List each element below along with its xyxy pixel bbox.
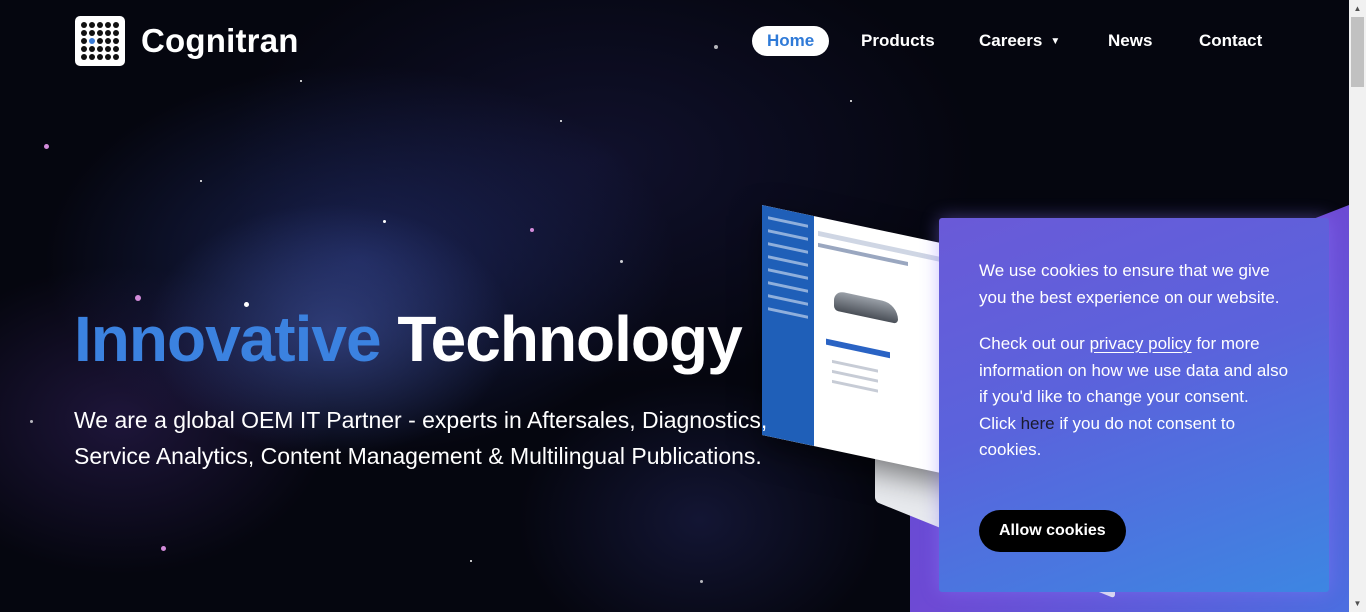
cookie-message: We use cookies to ensure that we give yo… xyxy=(979,261,1280,307)
nav-news[interactable]: News xyxy=(1108,26,1152,56)
main-nav: Home Products Careers ▼ News Contact xyxy=(0,26,1349,56)
cookie-consent-banner: We use cookies to ensure that we give yo… xyxy=(939,218,1329,592)
scroll-down-icon[interactable]: ▼ xyxy=(1349,595,1366,612)
page-scrollbar[interactable]: ▲ ▼ xyxy=(1349,0,1366,612)
hero-title-accent: Innovative xyxy=(74,303,382,375)
privacy-policy-link[interactable]: privacy policy xyxy=(1090,334,1192,353)
nav-careers-label: Careers xyxy=(979,31,1043,50)
allow-cookies-button[interactable]: Allow cookies xyxy=(979,510,1126,552)
nav-home[interactable]: Home xyxy=(752,26,830,56)
decline-cookies-link[interactable]: here xyxy=(1021,414,1055,433)
hero-subtitle: We are a global OEM IT Partner - experts… xyxy=(74,407,768,469)
nav-careers[interactable]: Careers ▼ xyxy=(979,26,1060,56)
cookie-details: Check out our privacy policy for more in… xyxy=(979,334,1289,459)
caret-down-icon: ▼ xyxy=(1050,36,1061,47)
scrollbar-thumb[interactable] xyxy=(1351,17,1364,87)
scroll-up-icon[interactable]: ▲ xyxy=(1349,0,1366,17)
nav-products[interactable]: Products xyxy=(861,26,935,56)
nav-contact[interactable]: Contact xyxy=(1199,26,1262,56)
hero-title: Innovative Technology xyxy=(74,302,743,376)
hero-title-rest: Technology xyxy=(397,303,742,375)
car-image xyxy=(834,290,898,324)
page-background: Cognitran Home Products Careers ▼ News Co… xyxy=(0,0,1349,612)
